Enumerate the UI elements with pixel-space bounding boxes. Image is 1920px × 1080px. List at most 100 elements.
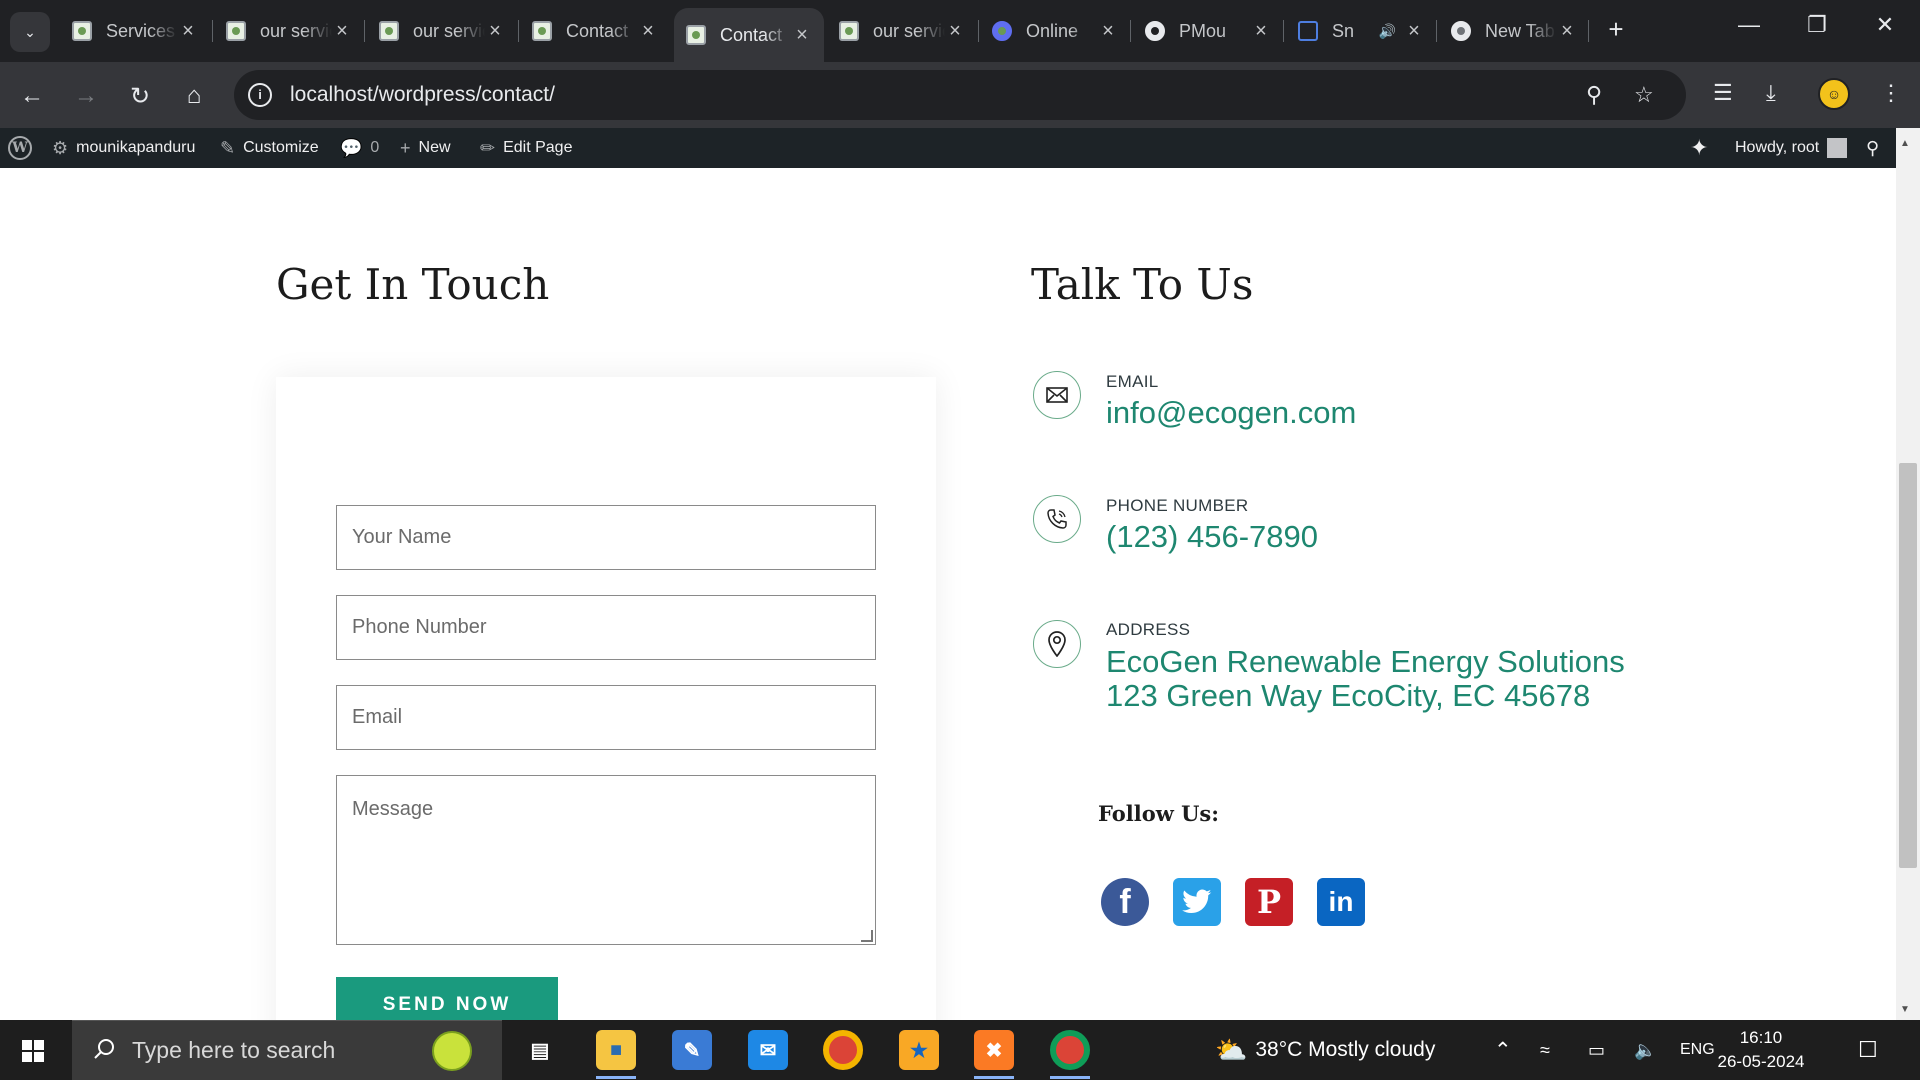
weather-widget[interactable]: ⛅ 38°C Mostly cloudy [1215, 1020, 1435, 1080]
minimize-icon[interactable]: — [1724, 12, 1774, 38]
volume-icon[interactable]: 🔈 [1634, 1020, 1656, 1080]
phone-link[interactable]: (123) 456-7890 [1106, 520, 1318, 554]
tab-close-icon[interactable]: × [178, 20, 198, 43]
name-input[interactable]: Your Name [336, 505, 876, 570]
scroll-up-arrow-icon[interactable]: ▲ [1900, 138, 1910, 149]
tab-close-icon[interactable]: × [1404, 20, 1424, 43]
tab-snip[interactable]: Sn 🔊 × [1286, 8, 1436, 54]
windows-start-icon[interactable] [22, 1040, 44, 1062]
contact-page: Get In Touch Talk To Us Your Name Phone … [0, 168, 1896, 1020]
tab-contact-active[interactable]: Contact × [674, 8, 824, 62]
weather-text: 38°C Mostly cloudy [1255, 1038, 1436, 1061]
twitter-icon[interactable] [1173, 878, 1221, 926]
wifi-icon[interactable]: ≈ [1540, 1020, 1550, 1080]
edit-page-link[interactable]: ✏ Edit Page [480, 128, 572, 168]
dashboard-icon: ⚙ [52, 137, 69, 158]
site-favicon-icon [72, 21, 92, 41]
tray-chevron-icon[interactable]: ⌃ [1494, 1020, 1512, 1080]
facebook-icon[interactable]: f [1101, 878, 1149, 926]
chrome-icon[interactable] [823, 1030, 863, 1070]
address-label: ADDRESS [1106, 620, 1191, 639]
tab-close-icon[interactable]: × [485, 20, 505, 43]
address-bar[interactable]: i localhost/wordpress/contact/ ⚲ ☆ [234, 70, 1686, 120]
tab-close-icon[interactable]: × [1251, 20, 1271, 43]
send-now-button[interactable]: SEND NOW [336, 977, 558, 1020]
forward-icon[interactable]: → [68, 78, 104, 114]
tab-services[interactable]: Services × [60, 8, 210, 54]
mail-icon[interactable]: ✉ [748, 1030, 788, 1070]
back-icon[interactable]: ← [14, 78, 50, 114]
menu-kebab-icon[interactable]: ⋮ [1880, 80, 1902, 106]
battery-icon[interactable]: ▭ [1588, 1020, 1605, 1080]
tab-github[interactable]: PMou × [1133, 8, 1283, 54]
customize-link[interactable]: ✎ Customize [220, 128, 319, 168]
resize-handle-icon[interactable] [861, 930, 873, 942]
tab-close-icon[interactable]: × [332, 20, 352, 43]
url-text[interactable]: localhost/wordpress/contact/ [290, 83, 555, 107]
comment-icon: 💬 [340, 137, 363, 158]
tab-close-icon[interactable]: × [1098, 20, 1118, 43]
plus-icon: + [400, 137, 411, 158]
taskbar-clock[interactable]: 16:10 26-05-2024 [1706, 1026, 1816, 1074]
scroll-down-arrow-icon[interactable]: ▼ [1900, 1004, 1910, 1015]
site-favicon-icon [532, 21, 552, 41]
tab-label: our services [413, 20, 485, 41]
tab-our-services-1[interactable]: our services × [214, 8, 364, 54]
download-icon[interactable]: ⤓ [1766, 80, 1776, 106]
speaker-icon[interactable]: 🔊 [1379, 23, 1396, 40]
new-tab-button[interactable]: + [1600, 14, 1632, 45]
linkedin-icon[interactable]: in [1317, 878, 1365, 926]
site-info-icon[interactable]: i [248, 83, 272, 107]
file-explorer-icon[interactable]: ■ [596, 1030, 636, 1070]
reading-list-icon[interactable]: ☰ [1713, 80, 1733, 106]
message-textarea[interactable]: Message [336, 775, 876, 945]
tab-contact-1[interactable]: Contact × [520, 8, 670, 54]
site-favicon-icon [686, 25, 706, 45]
phone-icon [1033, 495, 1081, 543]
taskbar-search-box[interactable]: Type here to search [72, 1020, 502, 1080]
profile-avatar[interactable]: ☺ [1818, 78, 1850, 110]
comments-link[interactable]: 💬 0 [340, 128, 379, 168]
task-view-icon[interactable]: ▤ [520, 1030, 560, 1070]
wp-admin-bar: W ⚙ mounikapanduru ✎ Customize 💬 0 + New… [0, 128, 1896, 168]
chrome-profile-icon[interactable] [1050, 1030, 1090, 1070]
scrollbar-thumb[interactable] [1899, 463, 1917, 868]
browser-tab-strip: ⌄ Services × our services × our services… [0, 0, 1920, 62]
admin-search-icon[interactable]: ⚲ [1866, 128, 1879, 168]
tab-our-services-2[interactable]: our services × [367, 8, 517, 54]
tab-label: our services [260, 20, 332, 41]
tab-close-icon[interactable]: × [945, 20, 965, 43]
tab-online[interactable]: Online × [980, 8, 1130, 54]
windows-taskbar: Type here to search ▤ ■ ✎ ✉ ★ ✖ ⛅ 38°C M… [0, 1020, 1920, 1080]
restore-icon[interactable]: ❐ [1792, 12, 1842, 38]
notification-icon[interactable]: ☐ [1858, 1020, 1878, 1080]
email-link[interactable]: info@ecogen.com [1106, 396, 1356, 430]
new-content-menu[interactable]: + New [400, 128, 451, 168]
xampp-icon[interactable]: ✖ [974, 1030, 1014, 1070]
ai-sparkle-icon[interactable]: ✦ [1690, 128, 1708, 168]
snip-favicon-icon [1298, 21, 1318, 41]
envelope-icon [1033, 371, 1081, 419]
close-window-icon[interactable]: ✕ [1860, 12, 1910, 38]
tab-search-button[interactable]: ⌄ [10, 12, 50, 52]
tab-new-tab[interactable]: New Tab × [1439, 8, 1589, 54]
github-favicon-icon [1145, 21, 1165, 41]
tab-close-icon[interactable]: × [1557, 20, 1577, 43]
python-editor-icon[interactable]: ✎ [672, 1030, 712, 1070]
tab-close-icon[interactable]: × [792, 24, 812, 47]
site-favicon-icon [839, 21, 859, 41]
zoom-icon[interactable]: ⚲ [1586, 82, 1602, 108]
wp-logo-menu[interactable]: W [8, 128, 32, 168]
site-name-menu[interactable]: ⚙ mounikapanduru [52, 128, 195, 168]
pinterest-icon[interactable]: P [1245, 878, 1293, 926]
home-icon[interactable]: ⌂ [176, 78, 212, 114]
my-account-menu[interactable]: Howdy, root [1735, 128, 1848, 168]
reload-icon[interactable]: ↻ [122, 78, 158, 114]
badge-app-icon[interactable]: ★ [899, 1030, 939, 1070]
tab-our-services-3[interactable]: our services × [827, 8, 977, 54]
phone-input[interactable]: Phone Number [336, 595, 876, 660]
bookmark-star-icon[interactable]: ☆ [1634, 82, 1654, 108]
tab-label: Contact [566, 20, 629, 41]
email-input[interactable]: Email [336, 685, 876, 750]
tab-close-icon[interactable]: × [638, 20, 658, 43]
